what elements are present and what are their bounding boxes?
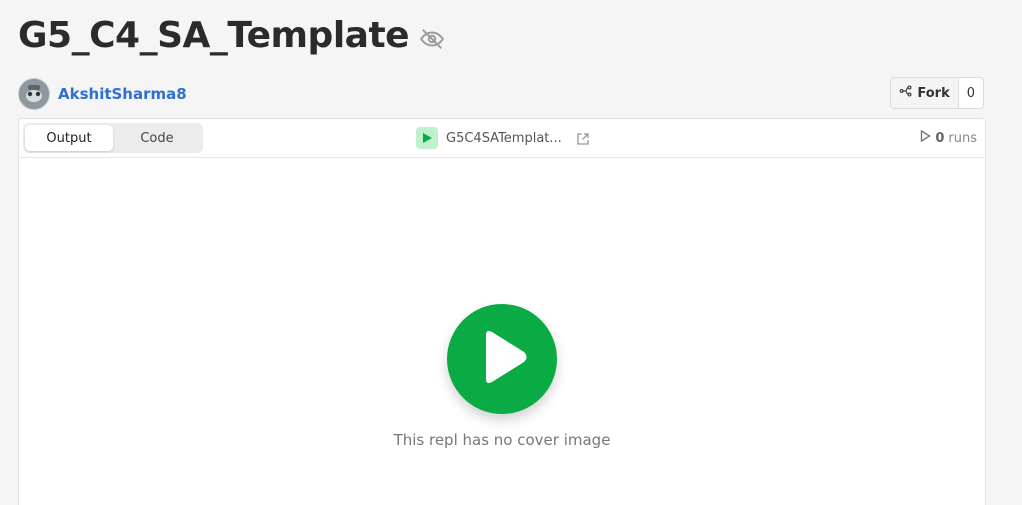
author-row: AkshitSharma8: [18, 78, 187, 110]
runs-label: runs: [948, 130, 977, 146]
repl-page: G5_C4_SA_Template AkshitSharma8 Fork 0 O…: [0, 0, 1022, 505]
view-tabs: Output Code: [23, 123, 203, 153]
runs-count: 0: [935, 130, 945, 146]
page-title: G5_C4_SA_Template: [18, 15, 410, 56]
author-link[interactable]: AkshitSharma8: [58, 85, 187, 103]
tab-output[interactable]: Output: [25, 125, 113, 151]
fork-button[interactable]: Fork: [891, 78, 959, 108]
play-icon[interactable]: [416, 127, 438, 149]
avatar[interactable]: [18, 78, 50, 110]
runs-counter: 0 runs: [920, 129, 977, 146]
tab-code[interactable]: Code: [113, 125, 201, 151]
fork-group: Fork 0: [890, 77, 984, 109]
title-row: G5_C4_SA_Template: [18, 12, 445, 60]
fork-icon: [899, 84, 913, 102]
fork-label: Fork: [917, 85, 950, 101]
cover-area: This repl has no cover image: [19, 157, 985, 505]
play-outline-icon: [920, 129, 932, 146]
card-header: Output Code G5C4SATemplat... 0 runs: [19, 119, 985, 158]
no-cover-text: This repl has no cover image: [393, 431, 611, 449]
run-play-button[interactable]: [447, 304, 557, 414]
repl-link[interactable]: G5C4SATemplat...: [416, 127, 590, 149]
fork-count: 0: [966, 85, 975, 101]
external-link-icon[interactable]: [576, 131, 590, 145]
repl-name[interactable]: G5C4SATemplat...: [446, 131, 562, 146]
play-icon: [474, 327, 530, 391]
repl-card: Output Code G5C4SATemplat... 0 runs This…: [18, 118, 986, 505]
eye-slash-icon[interactable]: [419, 26, 445, 52]
